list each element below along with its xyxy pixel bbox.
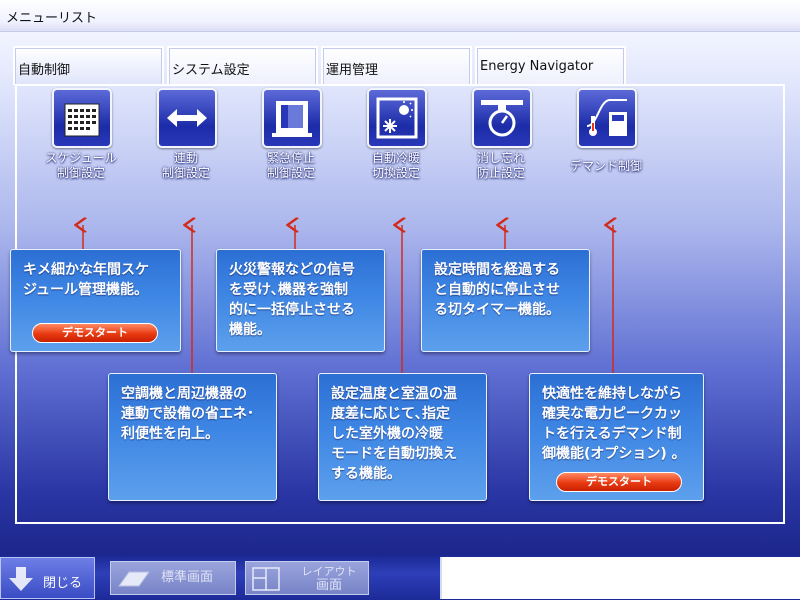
function-auto-switch[interactable]: 自動冷暖 切換設定 — [346, 85, 446, 195]
function-label-line1: デマンド制御 — [569, 159, 642, 173]
close-button-label: 閉じる — [43, 576, 83, 591]
description-text: 火災警報などの信号 を受け､機器を強制 的に一括停止させる 機能。 — [229, 262, 355, 338]
emergency-description: 火災警報などの信号 を受け､機器を強制 的に一括停止させる 機能。 — [216, 249, 385, 352]
tab-label: Energy Navigator — [480, 59, 594, 74]
arrow-down-icon — [9, 567, 33, 591]
demo-start-button[interactable]: デモスタート — [556, 472, 682, 492]
function-label-line1: 緊急停止 — [266, 151, 315, 165]
close-button[interactable]: 閉じる — [0, 557, 95, 599]
tab-label: システム設定 — [172, 63, 250, 78]
layout-screen-line1: レイアウト — [301, 565, 357, 578]
double-arrow-icon — [157, 88, 217, 148]
function-label-line2: 制御設定 — [161, 166, 210, 180]
layout-screen-button[interactable]: レイアウト 画面 — [245, 561, 369, 595]
description-text: 設定温度と室温の温 度差に応じて､指定 した室外機の冷暖 モードを自動切換え す… — [331, 386, 457, 482]
function-emergency-stop[interactable]: 緊急停止 制御設定 — [241, 85, 341, 195]
emergency-stop-icon — [262, 88, 322, 148]
function-label-line2: 制御設定 — [56, 166, 105, 180]
screen-tilt-icon — [118, 571, 150, 587]
function-label-line2: 防止設定 — [476, 166, 525, 180]
status-area — [440, 557, 800, 599]
function-label-line1: スケジュール — [45, 151, 117, 165]
tab-label: 運用管理 — [326, 63, 379, 78]
schedule-description: キメ細かな年間スケ ジュール管理機能。 デモスタート — [10, 249, 181, 352]
layout-screen-label: レイアウト 画面 — [290, 565, 368, 593]
layout-screen-line2: 画面 — [315, 578, 342, 593]
tab-label: 自動制御 — [18, 63, 71, 78]
description-text: キメ細かな年間スケ ジュール管理機能。 — [23, 262, 149, 298]
function-off-timer[interactable]: 消し忘れ 防止設定 — [451, 85, 551, 195]
tab-system-settings[interactable]: システム設定 — [167, 46, 318, 85]
calendar-icon — [52, 88, 112, 148]
demo-start-button[interactable]: デモスタート — [32, 323, 158, 343]
layout-grid-icon — [252, 567, 280, 591]
function-label-line2: 切換設定 — [371, 166, 420, 180]
function-label-line2: 制御設定 — [266, 166, 315, 180]
demand-description: 快適性を維持しながら 確実な電力ピークカッ トを行えるデマンド制 御機能(オプシ… — [529, 373, 704, 501]
title-bar: メニューリスト — [0, 0, 800, 32]
function-interlock[interactable]: 連動 制御設定 — [136, 85, 236, 195]
description-text: 設定時間を経過する と自動的に停止させ る切タイマー機能。 — [434, 262, 560, 318]
heat-cool-switch-icon — [367, 88, 427, 148]
window-title: メニューリスト — [6, 11, 98, 26]
tab-energy-navigator[interactable]: Energy Navigator — [475, 46, 626, 85]
standard-screen-label: 標準画面 — [161, 570, 214, 585]
interlock-description: 空調機と周辺機器の 連動で設備の省エネ･ 利便性を向上。 — [108, 373, 277, 501]
function-schedule[interactable]: スケジュール 制御設定 — [31, 85, 131, 195]
demand-meter-icon — [577, 88, 637, 148]
function-demand[interactable]: デマンド制御 — [556, 85, 656, 195]
function-label-line1: 連動 — [173, 151, 198, 165]
stopwatch-icon — [472, 88, 532, 148]
tab-operation-management[interactable]: 運用管理 — [321, 46, 472, 85]
off-timer-description: 設定時間を経過する と自動的に停止させ る切タイマー機能。 — [421, 249, 590, 352]
function-label-line1: 消し忘れ — [476, 151, 525, 165]
function-label-line1: 自動冷暖 — [371, 151, 420, 165]
description-text: 空調機と周辺機器の 連動で設備の省エネ･ 利便性を向上。 — [121, 386, 254, 442]
description-text: 快適性を維持しながら 確実な電力ピークカッ トを行えるデマンド制 御機能(オプシ… — [542, 386, 686, 462]
tab-auto-control[interactable]: 自動制御 — [13, 46, 164, 85]
auto-switch-description: 設定温度と室温の温 度差に応じて､指定 した室外機の冷暖 モードを自動切換え す… — [318, 373, 487, 501]
standard-screen-button[interactable]: 標準画面 — [110, 561, 236, 595]
bottom-bar: 閉じる 標準画面 レイアウト 画面 — [0, 555, 800, 600]
